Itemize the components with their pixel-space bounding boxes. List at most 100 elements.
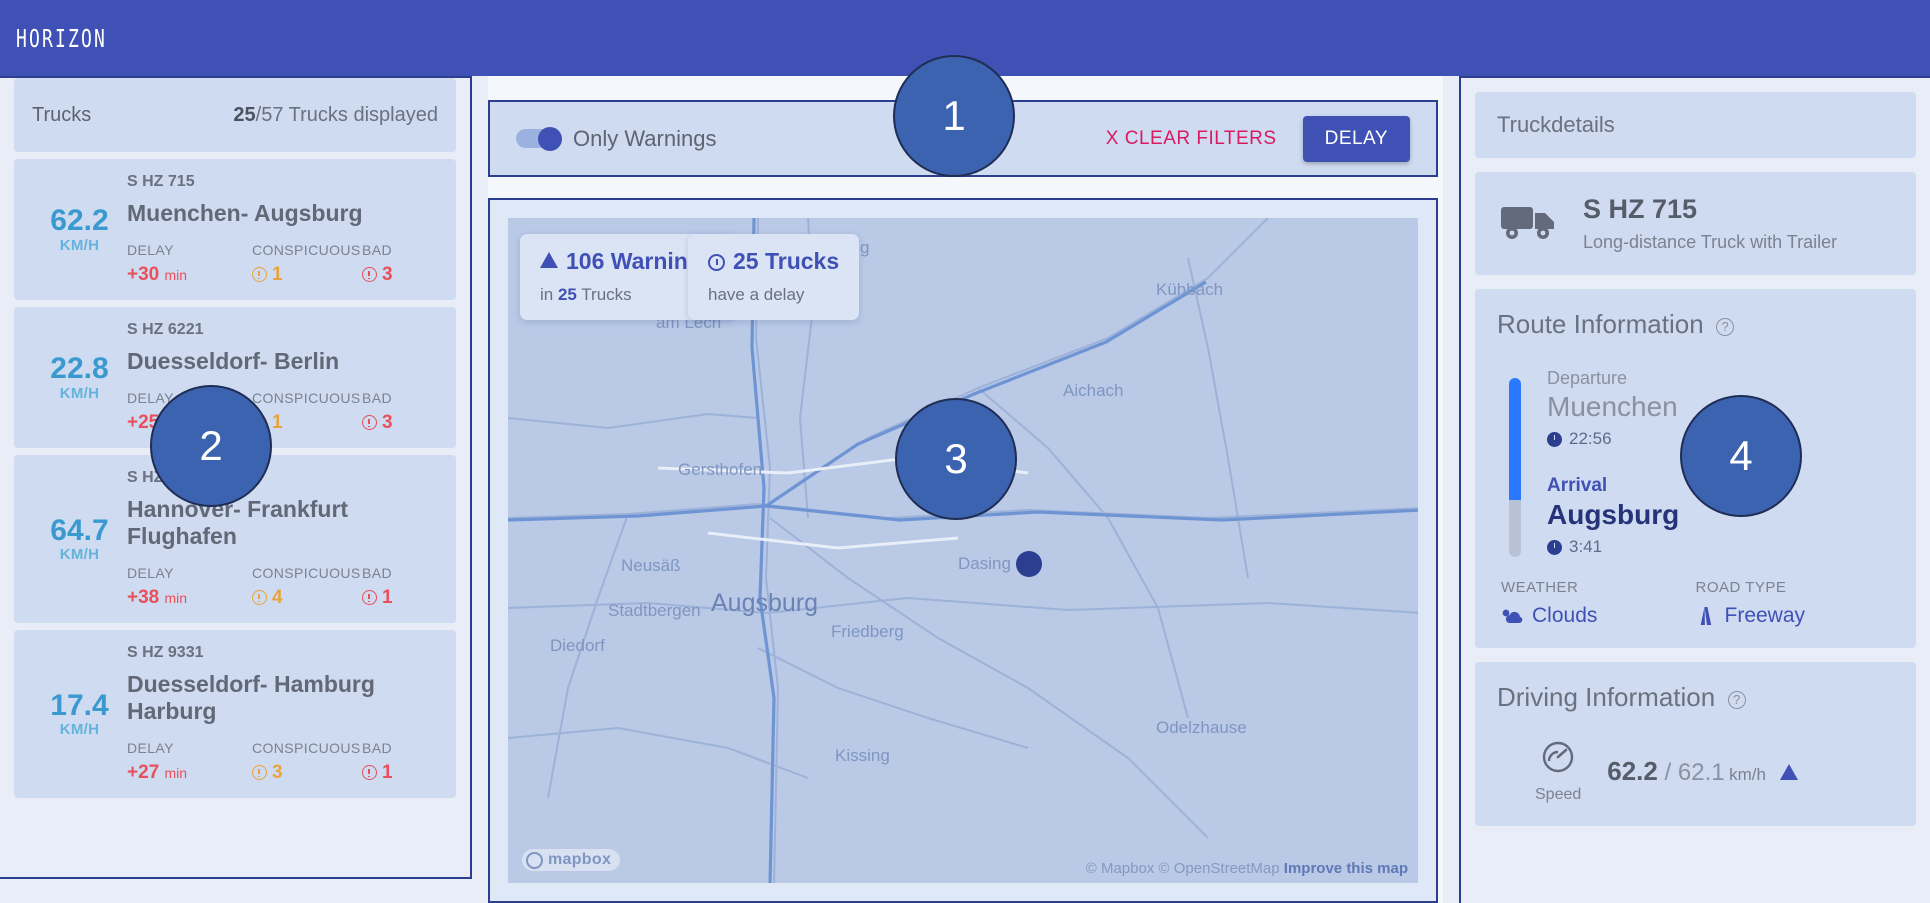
metric-delay-label: DELAY [127, 565, 174, 581]
truck-icon [1501, 201, 1557, 246]
speed-current: 62.2 [1607, 756, 1658, 786]
truck-speed: 64.7 KM/H [32, 515, 127, 564]
metric-delay-label: DELAY [127, 740, 174, 756]
truck-card-route: Duesseldorf- Berlin [127, 348, 340, 374]
metric-delay-value: +27 min [127, 762, 188, 783]
toggle-track[interactable] [516, 126, 562, 151]
metric-bad-label: BAD [362, 740, 392, 756]
metric-delay-label: DELAY [127, 242, 174, 258]
truck-summary-text: S HZ 715 Long-distance Truck with Traile… [1583, 194, 1837, 253]
driving-information-header: Driving Information ? [1475, 662, 1916, 733]
truck-card-metrics: DELAY +38 min CONSPICUOUS 4 BAD 1 [127, 565, 452, 609]
weather-roadtype-row: WEATHER Clouds ROAD TYPE Freeway [1475, 575, 1916, 648]
truck-card-id: S HZ 715 [127, 173, 195, 190]
metric-delay: DELAY +30 min [127, 242, 252, 286]
help-icon-driving[interactable]: ? [1727, 691, 1746, 709]
warnings-sub-prefix: in [540, 285, 558, 304]
trucks-displayed-count: 25/57 Trucks displayed [233, 104, 438, 127]
metric-bad-value: 3 [362, 264, 452, 286]
warnings-sub-count: 25 [557, 285, 577, 304]
metric-conspicuous-label: CONSPICUOUS [252, 390, 361, 406]
metric-delay: DELAY +27 min [127, 740, 252, 784]
only-warnings-toggle[interactable]: Only Warnings [516, 126, 716, 152]
truck-speed-unit: KM/H [59, 546, 100, 564]
alarm-clock-icon [708, 254, 725, 271]
truck-speed-value: 64.7 [50, 513, 109, 547]
speed-separator: / [1657, 759, 1678, 786]
improve-map-link[interactable]: Improve this map [1284, 860, 1408, 877]
bad-alert-icon [362, 267, 377, 282]
route-gap [1547, 449, 1679, 475]
truck-speed: 17.4 KM/H [32, 690, 127, 739]
bad-alert-icon [362, 590, 377, 605]
annotation-bubble-4: 4 [1680, 395, 1802, 517]
warning-triangle-icon [540, 252, 558, 268]
map-truck-marker[interactable] [1016, 551, 1042, 577]
speed-warning-icon [1780, 764, 1799, 780]
clear-filters-button[interactable]: X CLEAR FILTERS [1106, 128, 1277, 150]
departure-time: 22:56 [1569, 429, 1612, 448]
annotation-bubble-2: 2 [150, 385, 272, 507]
metric-conspicuous-value: 1 [252, 264, 362, 286]
metric-conspicuous-label: CONSPICUOUS [252, 565, 361, 581]
truck-speed-unit: KM/H [59, 384, 100, 402]
metric-bad-label: BAD [362, 390, 392, 406]
truck-card[interactable]: 17.4 KM/H S HZ 9331 Duesseldorf- Hamburg… [14, 630, 456, 798]
metric-conspicuous-value: 4 [252, 587, 362, 609]
truck-speed-value: 22.8 [50, 352, 109, 386]
speed-average: 62.1 [1677, 759, 1725, 786]
only-warnings-label: Only Warnings [573, 125, 717, 151]
annotation-bubble-1: 1 [893, 55, 1015, 177]
route-progress-bar [1509, 378, 1521, 557]
weather-column: WEATHER Clouds [1501, 579, 1696, 628]
truck-speed-unit: KM/H [59, 236, 100, 254]
conspicuous-alert-icon [252, 267, 267, 282]
mapbox-logo[interactable]: mapbox [522, 849, 621, 871]
speed-row: Speed 62.2 / 62.1 km/h [1475, 733, 1916, 826]
truck-type: Long-distance Truck with Trailer [1583, 232, 1838, 252]
truck-card-route: Duesseldorf- Hamburg Harburg [127, 671, 375, 724]
metric-bad-label: BAD [362, 565, 392, 581]
driving-information-title: Driving Information [1497, 682, 1716, 712]
bad-alert-icon [362, 415, 377, 430]
truckdetails-header: Truckdetails [1475, 92, 1916, 158]
truckdetails-header-section: Truckdetails [1475, 92, 1916, 158]
metric-conspicuous: CONSPICUOUS 4 [252, 565, 362, 609]
metric-conspicuous-label: CONSPICUOUS [252, 740, 361, 756]
truck-summary-section: S HZ 715 Long-distance Truck with Traile… [1475, 172, 1916, 275]
truck-speed-value: 17.4 [50, 688, 109, 722]
truck-card-id: S HZ 6221 [127, 321, 204, 338]
route-progress-filled [1509, 378, 1521, 500]
metric-bad-label: BAD [362, 242, 392, 258]
speed-unit: km/h [1729, 765, 1766, 784]
mapbox-logo-text: mapbox [548, 851, 612, 868]
map-canvas[interactable]: lingIngam LechKühbachAichachGersthofenNe… [508, 218, 1418, 883]
app-root: HORIZON Trucks 25/57 Trucks displayed 62… [0, 0, 1930, 903]
map-attribution: © Mapbox © OpenStreetMap Improve this ma… [1086, 860, 1408, 877]
metric-bad: BAD 1 [362, 740, 452, 784]
app-logo: HORIZON [16, 23, 107, 53]
truck-card-body: S HZ 9331 Duesseldorf- Hamburg Harburg D… [127, 644, 452, 784]
truck-card-route: Muenchen- Augsburg [127, 200, 363, 226]
conspicuous-alert-icon [252, 590, 267, 605]
metric-bad: BAD 3 [362, 242, 452, 286]
metric-conspicuous-value: 3 [252, 762, 362, 784]
truck-card-route: Hannover- Frankfurt Flughafen [127, 496, 349, 549]
route-stops: Departure Muenchen 22:56 Arrival Augsbur… [1547, 368, 1679, 557]
roadtype-column: ROAD TYPE Freeway [1696, 579, 1891, 628]
arrival-time: 3:41 [1569, 537, 1603, 556]
warnings-sub-suffix: Trucks [576, 285, 632, 304]
truck-card-metrics: DELAY +27 min CONSPICUOUS 3 BAD 1 [127, 740, 452, 784]
truck-id: S HZ 715 [1583, 194, 1698, 224]
help-icon[interactable]: ? [1716, 318, 1735, 336]
clouds-icon [1502, 609, 1523, 623]
trucks-panel-header: Trucks 25/57 Trucks displayed [14, 78, 456, 152]
truckdetails-title: Truckdetails [1497, 112, 1615, 137]
delay-filter-button[interactable]: DELAY [1302, 115, 1410, 162]
truck-card-body: S HZ 715 Muenchen- Augsburg DELAY +30 mi… [127, 173, 452, 286]
truck-card[interactable]: 62.2 KM/H S HZ 715 Muenchen- Augsburg DE… [14, 159, 456, 300]
metric-bad: BAD 1 [362, 565, 452, 609]
trucks-delay-count-text: 25 Trucks [733, 248, 840, 274]
departure-time-row: 22:56 [1547, 429, 1679, 449]
roadtype-value-row: Freeway [1696, 604, 1891, 628]
